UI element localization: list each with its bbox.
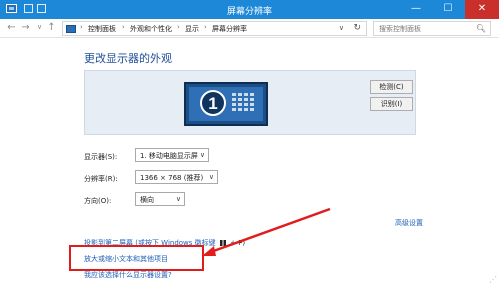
forward-button[interactable]: → <box>20 22 31 33</box>
back-button[interactable]: ← <box>6 22 17 33</box>
minimize-button[interactable]: — <box>403 0 429 19</box>
windows-logo-icon <box>219 240 226 246</box>
breadcrumb-control-panel[interactable]: 控制面板 <box>88 24 116 34</box>
resolution-select-value: 1366 × 768 (推荐) <box>140 174 204 182</box>
maximize-button[interactable]: ☐ <box>435 0 461 19</box>
monitor-1-icon[interactable]: 1 <box>184 82 268 126</box>
recent-locations-chevron-down-icon[interactable]: ∨ <box>34 22 45 33</box>
control-panel-icon <box>66 25 76 33</box>
chevron-down-icon: ∨ <box>208 173 214 181</box>
chevron-down-icon: ∨ <box>199 151 205 159</box>
project-shortcut-suffix: + P) <box>230 239 246 247</box>
resize-grip-icon[interactable]: ⋰ <box>489 275 497 284</box>
highlight-box <box>69 245 204 271</box>
breadcrumb-separator: › <box>122 23 125 31</box>
display-select[interactable]: 1. 移动电脑显示屏 ∨ <box>135 148 209 162</box>
resolution-label: 分辨率(R): <box>84 175 118 183</box>
windows-tiles-icon <box>232 93 256 113</box>
refresh-icon[interactable]: ↻ <box>353 23 361 33</box>
breadcrumb-separator: › <box>204 23 207 31</box>
resolution-select[interactable]: 1366 × 768 (推荐) ∨ <box>135 170 218 184</box>
orientation-select-value: 横向 <box>140 196 154 204</box>
identify-button[interactable]: 识别(I) <box>370 97 413 111</box>
address-bar[interactable]: › 控制面板 › 外观和个性化 › 显示 › 屏幕分辨率 ∨ ↻ <box>62 21 367 36</box>
orientation-select[interactable]: 横向 ∨ <box>135 192 185 206</box>
close-button[interactable]: ✕ <box>465 0 499 19</box>
advanced-settings-link[interactable]: 高级设置 <box>395 218 423 228</box>
breadcrumb-appearance[interactable]: 外观和个性化 <box>130 24 172 34</box>
help-link[interactable]: 我应该选择什么显示器设置? <box>84 270 172 280</box>
search-placeholder: 搜索控制面板 <box>379 25 421 33</box>
page-title: 更改显示器的外观 <box>84 52 172 65</box>
chevron-down-icon: ∨ <box>175 195 181 203</box>
display-label: 显示器(S): <box>84 153 118 161</box>
search-input[interactable]: 搜索控制面板 🔍︎ <box>373 21 491 36</box>
breadcrumb-separator: › <box>80 23 83 31</box>
title-bar: 屏幕分辨率 — ☐ ✕ <box>0 0 499 19</box>
address-row: ← → ∨ ↑ › 控制面板 › 外观和个性化 › 显示 › 屏幕分辨率 ∨ ↻… <box>0 19 499 38</box>
monitor-screen: 1 <box>189 87 263 121</box>
monitor-number: 1 <box>200 90 226 116</box>
breadcrumb-separator: › <box>177 23 180 31</box>
display-select-value: 1. 移动电脑显示屏 <box>140 152 198 160</box>
orientation-label: 方向(O): <box>84 197 112 205</box>
up-button[interactable]: ↑ <box>46 22 57 33</box>
search-icon[interactable]: 🔍︎ <box>476 24 486 33</box>
breadcrumb-display[interactable]: 显示 <box>185 24 199 34</box>
annotation-arrow <box>202 207 331 256</box>
detect-button[interactable]: 检测(C) <box>370 80 413 94</box>
breadcrumb-screen-resolution[interactable]: 屏幕分辨率 <box>212 24 247 34</box>
address-dropdown-chevron-icon[interactable]: ∨ <box>339 24 344 32</box>
